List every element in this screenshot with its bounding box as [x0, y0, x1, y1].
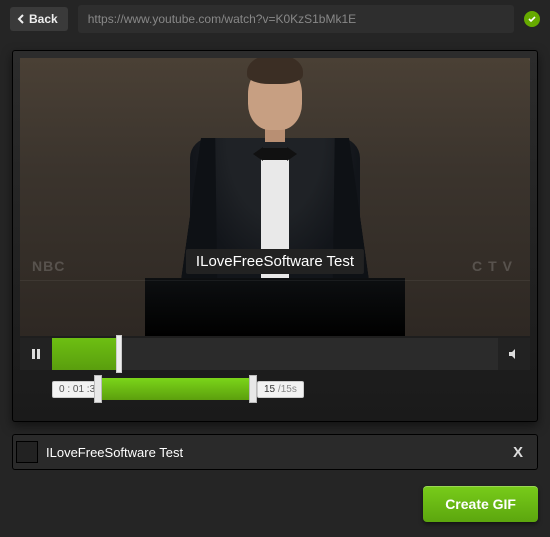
pause-button[interactable] [20, 338, 52, 370]
caption-clear-button[interactable]: X [506, 440, 530, 464]
chevron-left-icon [16, 14, 26, 24]
trim-handle-left[interactable] [94, 375, 102, 403]
url-input[interactable] [78, 5, 514, 33]
volume-button[interactable] [498, 338, 530, 370]
caption-text-input[interactable] [42, 441, 506, 464]
progress-thumb[interactable] [116, 335, 122, 373]
status-ok-icon [524, 11, 540, 27]
trim-length-value: 15 [264, 384, 275, 395]
progress-fill [52, 338, 119, 370]
video-panel: NBC CTV ILoveFreeSoftware Test 0 : 01 :3… [12, 50, 538, 422]
volume-icon [508, 348, 520, 360]
video-preview[interactable]: NBC CTV ILoveFreeSoftware Test [20, 58, 530, 336]
back-button[interactable]: Back [10, 7, 68, 31]
progress-bar[interactable] [52, 338, 498, 370]
caption-overlay: ILoveFreeSoftware Test [186, 249, 364, 274]
caption-color-swatch[interactable] [16, 441, 38, 463]
create-gif-button[interactable]: Create GIF [423, 486, 538, 522]
watermark-left: NBC [32, 258, 65, 274]
trim-length-max: 15 [281, 384, 292, 395]
trim-handle-right[interactable] [249, 375, 257, 403]
trim-area: 0 : 01 :39 15 /15s [20, 374, 530, 414]
back-label: Back [29, 12, 58, 26]
trim-selection[interactable] [98, 378, 253, 400]
pause-icon [30, 348, 42, 360]
caption-row: X [12, 434, 538, 470]
trim-length-chip: 15 /15s [257, 381, 304, 398]
watermark-right: CTV [472, 258, 518, 274]
player-bar [20, 338, 530, 370]
